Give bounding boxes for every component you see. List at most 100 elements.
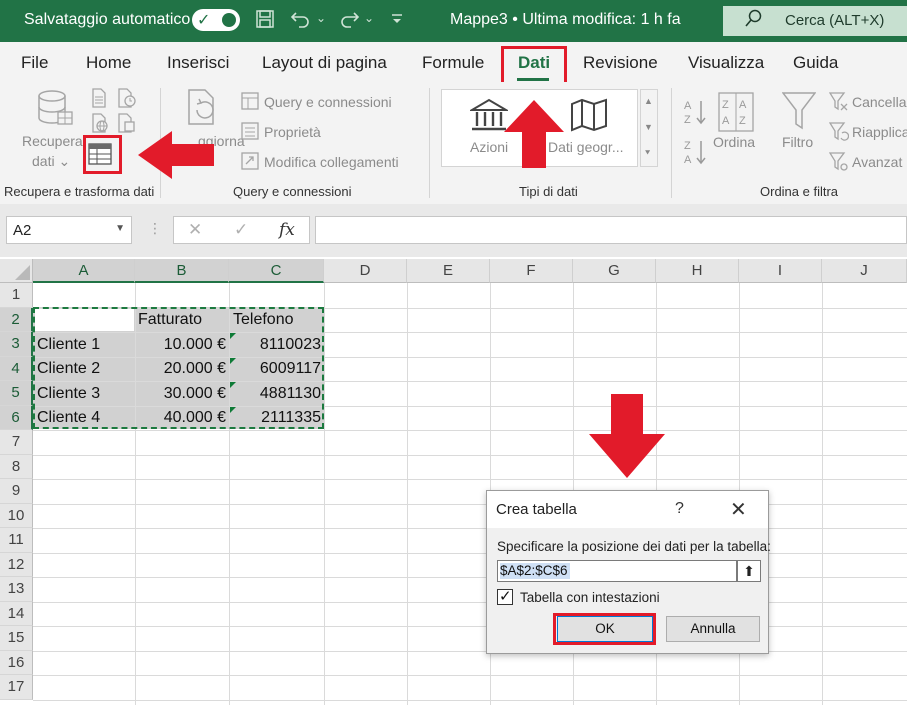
ribbon-tabs: File Home Inserisci Layout di pagina For…: [0, 42, 907, 82]
gallery-scroll: ▲ ▼ ⯆: [640, 89, 658, 167]
search-box[interactable]: Cerca (ALT+X): [723, 6, 907, 36]
help-icon[interactable]: ?: [675, 500, 684, 518]
formula-buttons: ✕ ✓ fx: [173, 216, 310, 244]
redo-dropdown-icon[interactable]: ⌄: [364, 11, 374, 25]
column-header-c[interactable]: C: [229, 259, 324, 283]
insert-function-icon[interactable]: fx: [279, 220, 295, 240]
select-all-corner[interactable]: [0, 259, 33, 283]
tab-visualizza[interactable]: Visualizza: [688, 53, 764, 73]
name-box[interactable]: A2 ▼: [6, 216, 132, 244]
get-data-label-1[interactable]: Recupera: [22, 133, 83, 149]
get-data-label-2[interactable]: dati ⌄: [32, 153, 70, 170]
undo-icon[interactable]: [290, 9, 312, 34]
dialog-title: Crea tabella: [496, 501, 577, 518]
undo-dropdown-icon[interactable]: ⌄: [316, 11, 326, 25]
properties-label[interactable]: Proprietà: [264, 124, 321, 140]
from-text-icon[interactable]: [90, 88, 108, 113]
tab-home[interactable]: Home: [86, 53, 131, 73]
column-header-f[interactable]: F: [490, 259, 573, 283]
queries-connections-label[interactable]: Query e connessioni: [264, 94, 392, 110]
column-header-b[interactable]: B: [135, 259, 229, 283]
svg-text:A: A: [739, 99, 747, 111]
save-icon[interactable]: [255, 9, 275, 34]
sort-az-icon[interactable]: AZ: [684, 98, 708, 131]
column-header-a[interactable]: A: [33, 259, 135, 283]
range-input[interactable]: $A$2:$C$6: [497, 560, 737, 582]
stocks-label[interactable]: Azioni: [470, 139, 508, 155]
redo-icon[interactable]: [338, 9, 360, 34]
row-header[interactable]: 4: [0, 356, 33, 381]
refresh-all-icon[interactable]: [183, 88, 223, 133]
gallery-down-icon[interactable]: ▼: [644, 122, 653, 132]
tab-layout[interactable]: Layout di pagina: [262, 53, 387, 73]
row-header[interactable]: 12: [0, 552, 33, 577]
row-header[interactable]: 6: [0, 405, 33, 430]
clear-label[interactable]: Cancella: [852, 94, 906, 110]
row-header[interactable]: 2: [0, 307, 33, 332]
sort-icon[interactable]: ZAAZ: [718, 92, 754, 137]
tab-formule[interactable]: Formule: [422, 53, 484, 73]
ribbon-separator: [671, 88, 672, 198]
edit-links-icon[interactable]: [241, 152, 259, 175]
chevron-down-icon[interactable]: ▼: [115, 223, 125, 234]
geography-icon[interactable]: [570, 98, 608, 137]
row-header[interactable]: 5: [0, 381, 33, 406]
headers-checkbox-label[interactable]: Tabella con intestazioni: [520, 590, 660, 605]
cancel-icon[interactable]: ✕: [188, 220, 202, 240]
edit-links-label[interactable]: Modifica collegamenti: [264, 154, 399, 170]
row-header[interactable]: 7: [0, 430, 33, 455]
sort-za-icon[interactable]: ZA: [684, 138, 708, 171]
column-header-h[interactable]: H: [656, 259, 739, 283]
column-header-i[interactable]: I: [739, 259, 822, 283]
recent-sources-icon[interactable]: [116, 88, 136, 113]
row-header[interactable]: 1: [0, 283, 33, 308]
row-header[interactable]: 16: [0, 650, 33, 675]
filter-label[interactable]: Filtro: [782, 134, 813, 150]
row-header[interactable]: 14: [0, 601, 33, 626]
close-icon[interactable]: ✕: [730, 497, 747, 522]
row-header[interactable]: 9: [0, 479, 33, 504]
row-header[interactable]: 15: [0, 626, 33, 651]
reapply-icon[interactable]: [828, 122, 850, 147]
tab-file[interactable]: File: [21, 53, 48, 73]
collapse-dialog-button[interactable]: ⬆: [737, 560, 761, 582]
row-header[interactable]: 13: [0, 577, 33, 602]
row-header[interactable]: 10: [0, 503, 33, 528]
gridline-horizontal: [33, 626, 907, 627]
gallery-more-icon[interactable]: ⯆: [644, 148, 651, 159]
tab-revisione[interactable]: Revisione: [583, 53, 658, 73]
from-table-range-icon[interactable]: [88, 143, 112, 170]
group-queries-connections: Query e connessioni: [233, 184, 352, 199]
row-header[interactable]: 8: [0, 454, 33, 479]
row-header[interactable]: 3: [0, 332, 33, 357]
properties-icon[interactable]: [241, 122, 259, 145]
tab-inserisci[interactable]: Inserisci: [167, 53, 229, 73]
ribbon-separator: [429, 88, 430, 198]
column-header-e[interactable]: E: [407, 259, 490, 283]
sort-label[interactable]: Ordina: [713, 134, 755, 150]
column-header-g[interactable]: G: [573, 259, 656, 283]
autosave-toggle[interactable]: ✓: [192, 9, 240, 31]
filter-icon[interactable]: [781, 92, 817, 137]
queries-connections-icon[interactable]: [241, 92, 259, 115]
gridline-horizontal: [33, 577, 907, 578]
column-header-d[interactable]: D: [324, 259, 407, 283]
enter-icon[interactable]: ✓: [234, 220, 248, 240]
customize-qat-icon[interactable]: [390, 11, 404, 32]
headers-checkbox[interactable]: ✓: [497, 588, 513, 605]
stocks-icon[interactable]: [468, 98, 510, 137]
reapply-label[interactable]: Riapplica: [852, 124, 907, 140]
formula-input[interactable]: [315, 216, 907, 244]
gridline-horizontal: [33, 650, 907, 652]
gallery-up-icon[interactable]: ▲: [644, 96, 653, 106]
clear-filter-icon[interactable]: [828, 92, 849, 117]
row-header[interactable]: 11: [0, 528, 33, 553]
advanced-label[interactable]: Avanzat: [852, 154, 902, 170]
tab-guida[interactable]: Guida: [793, 53, 838, 73]
column-header-j[interactable]: J: [822, 259, 907, 283]
advanced-filter-icon[interactable]: [828, 152, 849, 177]
cancel-button[interactable]: Annulla: [666, 616, 760, 642]
row-header[interactable]: 17: [0, 675, 33, 700]
drag-handle-icon[interactable]: ⋮: [148, 220, 162, 237]
svg-text:Z: Z: [722, 99, 729, 111]
